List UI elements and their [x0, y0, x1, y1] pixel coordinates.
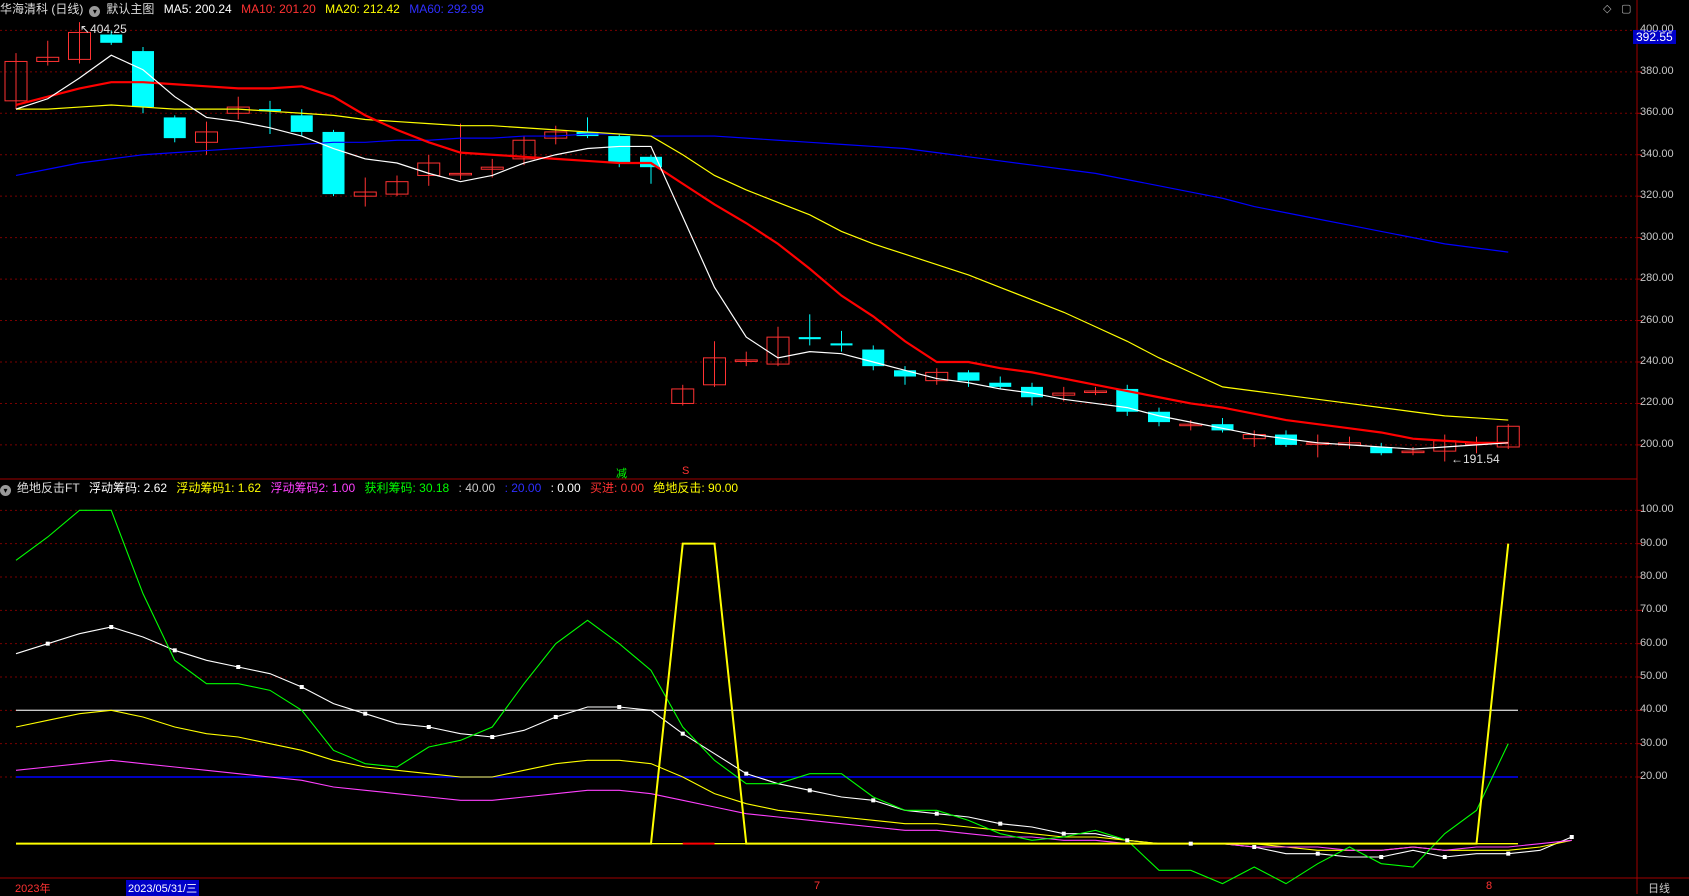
- indicator-marker: [299, 685, 304, 689]
- candle-body-down: [163, 117, 186, 139]
- x-label-jul: 7: [814, 880, 821, 892]
- ma5-line: [15, 54, 1509, 450]
- candle-body-down: [290, 115, 313, 132]
- stock-title: 华海清科 (日线): [0, 2, 84, 16]
- ma5-label: MA5: 200.24: [163, 2, 232, 16]
- y-tick-label: 340.00: [1640, 147, 1674, 160]
- value-float: 浮动筹码: 2.62: [89, 481, 168, 495]
- y-tick-label: 100.00: [1640, 503, 1674, 516]
- dropdown-icon[interactable]: ▾: [89, 6, 101, 17]
- indicator-marker: [1188, 841, 1193, 846]
- diamond-icon[interactable]: ◇: [1603, 2, 1611, 15]
- indicator-marker: [1379, 855, 1384, 859]
- indicator-marker: [1061, 831, 1066, 836]
- indicator-marker: [1442, 855, 1447, 859]
- y-tick-label: 260.00: [1640, 313, 1674, 326]
- value-buy: 买进: 0.00: [590, 481, 645, 495]
- ma20-line: [16, 104, 1509, 421]
- candle-body-down: [132, 51, 154, 108]
- y-tick-label: 40.00: [1640, 703, 1668, 716]
- price-chart-canvas[interactable]: [0, 0, 1689, 894]
- close-icon[interactable]: ▢: [1621, 2, 1631, 15]
- value-float2: 浮动筹码2: 1.00: [270, 481, 356, 495]
- low-price-label: ←191.54: [1451, 452, 1500, 466]
- y-tick-label: 240.00: [1640, 355, 1674, 367]
- y-tick-label: 80.00: [1640, 570, 1668, 582]
- value-40: : 40.00: [458, 481, 496, 495]
- ma10-label: MA10: 201.20: [241, 2, 316, 16]
- y-tick-label: 360.00: [1640, 106, 1674, 119]
- indicator-marker: [1315, 851, 1320, 856]
- ma60-label: MA60: 292.99: [409, 2, 484, 16]
- indicator-marker: [934, 811, 939, 816]
- indicator-line: [15, 759, 1572, 851]
- value-counter: 绝地反击: 90.00: [653, 481, 739, 495]
- y-tick-label: 320.00: [1640, 189, 1674, 202]
- value-profit: 获利筹码: 30.18: [364, 481, 450, 495]
- template-menu[interactable]: 默认主图: [106, 2, 154, 16]
- y-tick-label: 400.00: [1640, 23, 1674, 36]
- indicator-title[interactable]: 绝地反击FT: [17, 481, 80, 495]
- indicator-marker: [45, 641, 50, 646]
- value-float1: 浮动筹码1: 1.62: [176, 481, 262, 495]
- candle-body-down: [608, 136, 631, 164]
- indicator-line: [15, 509, 1509, 885]
- signal-sell: S: [682, 465, 690, 477]
- value-0: : 0.00: [550, 481, 581, 495]
- candle-body-down: [322, 131, 345, 195]
- indicator-dropdown-icon[interactable]: ▾: [0, 485, 11, 496]
- indicator-marker: [807, 788, 812, 793]
- high-price-label: ↖404.25: [80, 22, 127, 36]
- y-tick-label: 30.00: [1640, 736, 1668, 749]
- indicator-marker: [680, 731, 685, 736]
- indicator-marker: [426, 725, 431, 729]
- indicator-marker: [236, 665, 241, 669]
- indicator-marker: [490, 735, 495, 739]
- indicator-marker: [109, 625, 114, 629]
- indicator-line: [15, 709, 1572, 851]
- y-tick-label: 200.00: [1640, 437, 1674, 450]
- value-20: : 20.00: [504, 481, 542, 495]
- signal-reduce: 减: [616, 468, 627, 480]
- indicator-marker: [363, 711, 368, 716]
- y-tick-label: 50.00: [1640, 670, 1668, 682]
- y-tick-label: 70.00: [1640, 603, 1668, 616]
- indicator-marker: [998, 821, 1003, 826]
- candle-body-down: [989, 382, 1012, 387]
- indicator-marker: [1506, 851, 1511, 856]
- y-tick-label: 90.00: [1640, 536, 1668, 549]
- indicator-line: [15, 626, 1572, 858]
- candle-body-down: [830, 343, 853, 346]
- y-tick-label: 60.00: [1640, 636, 1668, 649]
- ma10-line: [15, 81, 1509, 444]
- candle-body-down: [894, 370, 916, 377]
- indicator-marker: [1252, 845, 1257, 849]
- y-tick-label: 220.00: [1640, 396, 1674, 409]
- y-tick-label: 280.00: [1640, 272, 1674, 285]
- indicator-marker: [172, 648, 177, 653]
- candle-body-down: [798, 337, 821, 340]
- indicator-marker: [871, 798, 876, 803]
- indicator-line: [16, 542, 1510, 845]
- indicator-marker: [1125, 838, 1130, 843]
- y-tick-label: 300.00: [1640, 230, 1674, 243]
- y-tick-label: 20.00: [1640, 770, 1668, 782]
- indicator-marker: [617, 705, 622, 709]
- indicator-marker: [1569, 835, 1574, 839]
- main-chart-header: 华海清科 (日线) ▾ 默认主图 MA5: 200.24 MA10: 201.20 …: [0, 0, 490, 18]
- y-tick-label: 380.00: [1640, 64, 1674, 77]
- indicator-marker: [744, 771, 749, 776]
- indicator-marker: [553, 715, 558, 719]
- candle-body-down: [957, 372, 980, 381]
- x-label-aug: 8: [1486, 880, 1493, 892]
- ma20-label: MA20: 212.42: [325, 2, 400, 16]
- indicator-header: ▾ 绝地反击FT 浮动筹码: 2.62 浮动筹码1: 1.62 浮动筹码2: 1.…: [0, 479, 744, 497]
